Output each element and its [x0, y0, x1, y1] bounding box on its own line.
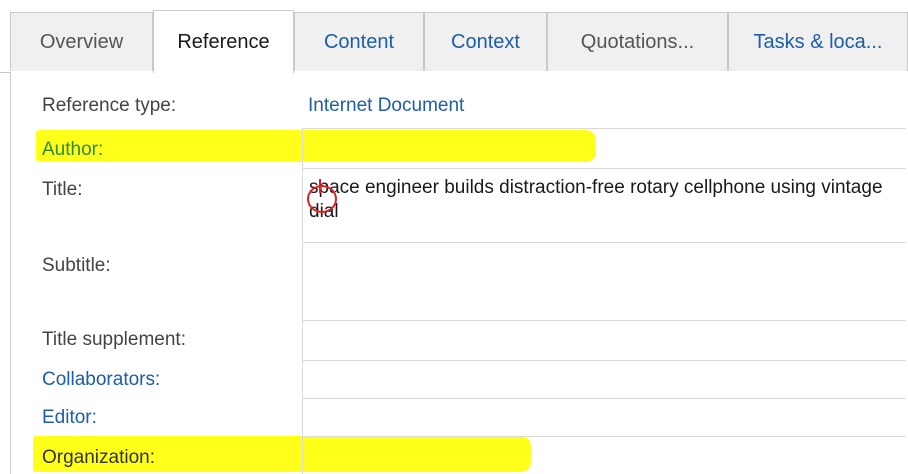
editor-field[interactable] [302, 398, 906, 436]
tab-overview[interactable]: Overview [10, 12, 153, 71]
tab-content[interactable]: Content [294, 12, 424, 71]
reference-panel: Reference type: Internet Document Author… [10, 72, 908, 474]
subtitle-label: Subtitle: [42, 255, 111, 276]
tab-bar: Overview Reference Content Context Quota… [0, 10, 908, 73]
reference-type-label: Reference type: [42, 95, 177, 116]
title-label: Title: [42, 179, 83, 200]
collaborators-field[interactable] [302, 360, 906, 398]
reference-type-value[interactable]: Internet Document [308, 94, 464, 118]
collaborators-label[interactable]: Collaborators: [42, 368, 160, 392]
organization-field[interactable] [302, 436, 906, 474]
title-supplement-field[interactable] [302, 320, 906, 360]
subtitle-field[interactable] [302, 242, 906, 320]
title-field[interactable]: space engineer builds distraction-free r… [302, 168, 906, 242]
tab-quotations[interactable]: Quotations... [547, 12, 728, 71]
top-strip [0, 0, 908, 12]
author-label[interactable]: Author: [42, 138, 103, 162]
title-supplement-label: Title supplement: [42, 329, 186, 350]
author-field[interactable] [302, 128, 906, 168]
editor-label[interactable]: Editor: [42, 406, 97, 430]
tab-reference[interactable]: Reference [153, 10, 294, 73]
tab-tasks-locations[interactable]: Tasks & loca... [728, 12, 908, 71]
organization-label[interactable]: Organization: [42, 446, 155, 470]
annotation-circle [307, 179, 337, 213]
tab-context[interactable]: Context [424, 12, 547, 71]
